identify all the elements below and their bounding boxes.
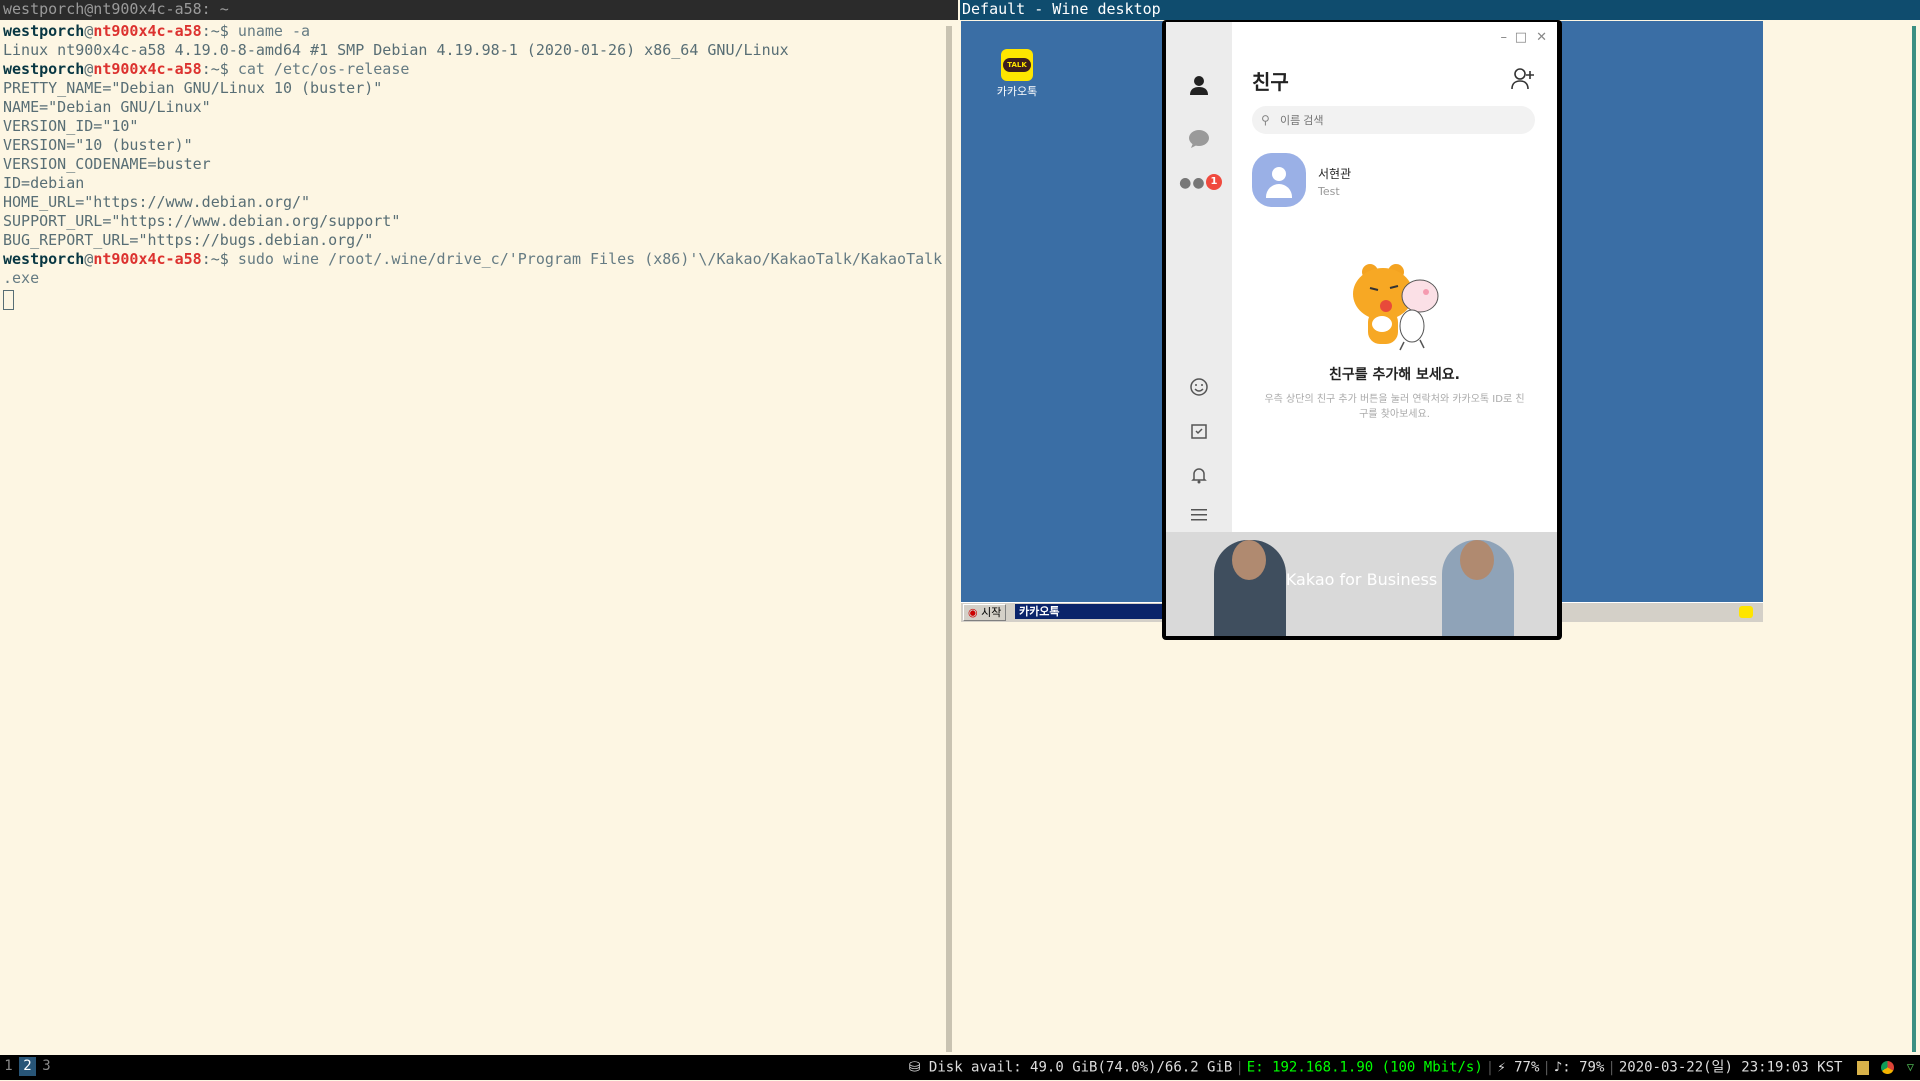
workspace-button[interactable]: 3	[38, 1057, 55, 1076]
prompt-user: westporch	[3, 60, 85, 78]
start-icon: ◉	[968, 606, 978, 619]
add-friend-icon[interactable]	[1511, 68, 1535, 95]
prompt-suffix: :~$	[201, 60, 238, 78]
terminal-line: VERSION="10 (buster)"	[3, 136, 193, 154]
minimize-button[interactable]: –	[1501, 30, 1508, 45]
network-tray-icon[interactable]: ▽	[1907, 1055, 1914, 1080]
prompt-user: westporch	[3, 250, 85, 268]
search-icon: ⚲	[1261, 113, 1270, 127]
prompt-host: nt900x4c-a58	[93, 250, 202, 268]
kakaotalk-desktop-shortcut[interactable]: TALK 카카오톡	[987, 49, 1047, 99]
datetime-status: 2020-03-22(일) 23:19:03 KST	[1618, 1059, 1843, 1076]
terminal-line: .exe	[3, 269, 40, 287]
friends-tab-icon[interactable]	[1186, 72, 1212, 98]
terminal-title: westporch@nt900x4c-a58: ~	[0, 0, 958, 20]
terminal-line	[3, 288, 943, 310]
volume-status: ♪: 79%	[1553, 1059, 1605, 1076]
disk-status: ⛁ Disk avail: 49.0 GiB(74.0%)/66.2 GiB	[908, 1059, 1233, 1076]
terminal-window[interactable]: westporch@nt900x4c-a58: ~ westporch@nt90…	[0, 0, 958, 1055]
workspace-button-active[interactable]: 2	[19, 1057, 36, 1076]
wine-title: Default - Wine desktop	[960, 0, 1920, 20]
notification-badge: 1	[1206, 174, 1222, 190]
terminal-scrollbar[interactable]	[946, 26, 952, 1052]
separator: |	[1607, 1059, 1616, 1076]
terminal-line: HOME_URL="https://www.debian.org/"	[3, 193, 311, 211]
friend-name: 서현관	[1318, 167, 1352, 181]
terminal-line: westporch@nt900x4c-a58:~$ uname -a	[3, 22, 943, 41]
terminal-line: VERSION_CODENAME=buster	[3, 155, 211, 173]
prompt-suffix: :~$	[201, 22, 238, 40]
status-bar: 1 2 3 ⛁ Disk avail: 49.0 GiB(74.0%)/66.2…	[0, 1055, 1920, 1080]
ad-banner[interactable]: Kakao for Business	[1166, 532, 1557, 636]
ryan-peach-illustration	[1334, 254, 1444, 354]
prompt-host: nt900x4c-a58	[93, 22, 202, 40]
terminal-line: PRETTY_NAME="Debian GNU/Linux 10 (buster…	[3, 79, 383, 97]
friend-search-field[interactable]: ⚲	[1252, 106, 1535, 134]
terminal-line: VERSION_ID="10"	[3, 117, 139, 135]
terminal-output[interactable]: westporch@nt900x4c-a58:~$ uname -a Linux…	[3, 22, 943, 310]
workspace-button[interactable]: 1	[0, 1057, 17, 1076]
menu-icon[interactable]	[1186, 502, 1212, 528]
friend-status: Test	[1318, 185, 1340, 198]
clipboard-tray-icon[interactable]	[1856, 1060, 1869, 1075]
kakaotalk-logo-text: TALK	[1003, 58, 1031, 72]
terminal-line: SUPPORT_URL="https://www.debian.org/supp…	[3, 212, 401, 230]
window-border	[1912, 26, 1916, 1052]
terminal-line: ID=debian	[3, 174, 85, 192]
search-input[interactable]	[1278, 110, 1522, 132]
kakaotalk-logo-icon: TALK	[1001, 49, 1033, 81]
calendar-icon[interactable]	[1186, 418, 1212, 444]
avatar	[1252, 153, 1306, 207]
kakaotalk-sidebar: ●●● 1	[1166, 22, 1232, 532]
prompt-at: @	[84, 250, 94, 268]
command-text: sudo wine /root/.wine/drive_c/'Program F…	[237, 250, 943, 268]
chrome-tray-icon[interactable]	[1881, 1061, 1895, 1074]
separator: |	[1485, 1059, 1495, 1076]
prompt-at: @	[84, 22, 94, 40]
terminal-line: BUG_REPORT_URL="https://bugs.debian.org/…	[3, 231, 374, 249]
start-label: 시작	[981, 606, 1002, 619]
terminal-line: Linux nt900x4c-a58 4.19.0-8-amd64 #1 SMP…	[3, 41, 789, 59]
empty-state-description: 우측 상단의 친구 추가 버튼을 눌러 연락처와 카카오톡 ID로 친구를 찾아…	[1264, 394, 1525, 420]
command-text: uname -a	[237, 22, 311, 40]
chats-tab-icon[interactable]	[1186, 126, 1212, 152]
terminal-line: NAME="Debian GNU/Linux"	[3, 98, 211, 116]
desktop-icon-label: 카카오톡	[996, 85, 1038, 98]
bell-icon[interactable]	[1186, 462, 1212, 488]
prompt-suffix: :~$	[201, 250, 238, 268]
avatar-head	[1272, 167, 1286, 181]
maximize-button[interactable]: □	[1515, 30, 1527, 45]
text-cursor	[3, 290, 14, 310]
prompt-at: @	[84, 60, 94, 78]
empty-state-title: 친구를 추가해 보세요.	[1329, 367, 1460, 383]
friend-list-item[interactable]: 서현관 Test	[1252, 153, 1542, 209]
prompt-user: westporch	[3, 22, 85, 40]
banner-text: Kakao for Business	[1285, 570, 1438, 589]
command-text: cat /etc/os-release	[237, 60, 410, 78]
emoticon-icon[interactable]	[1186, 374, 1212, 400]
kakaotalk-tray-icon[interactable]	[1739, 606, 1753, 618]
avatar-body	[1266, 184, 1292, 198]
close-button[interactable]: ✕	[1536, 30, 1547, 45]
status-line: ⛁ Disk avail: 49.0 GiB(74.0%)/66.2 GiB | E…	[909, 1055, 1914, 1080]
terminal-line: westporch@nt900x4c-a58:~$ cat /etc/os-re…	[3, 60, 943, 79]
battery-status: ⚡ 77%	[1497, 1059, 1540, 1076]
page-title: 친구	[1252, 70, 1289, 94]
kakaotalk-content: ●●● 1 – □ ✕ 친구 ⚲ 이름 검색 서현관 Test 친구를 추가해 …	[1166, 22, 1557, 636]
separator: |	[1542, 1059, 1551, 1076]
start-button[interactable]: ◉ 시작	[963, 604, 1007, 621]
separator: |	[1235, 1059, 1244, 1076]
terminal-line: westporch@nt900x4c-a58:~$ sudo wine /roo…	[3, 250, 943, 269]
prompt-host: nt900x4c-a58	[93, 60, 202, 78]
ethernet-status: E: 192.168.1.90 (100 Mbit/s)	[1246, 1059, 1483, 1076]
kakaotalk-window[interactable]: ●●● 1 – □ ✕ 친구 ⚲ 이름 검색 서현관 Test 친구를 추가해 …	[1162, 20, 1562, 640]
